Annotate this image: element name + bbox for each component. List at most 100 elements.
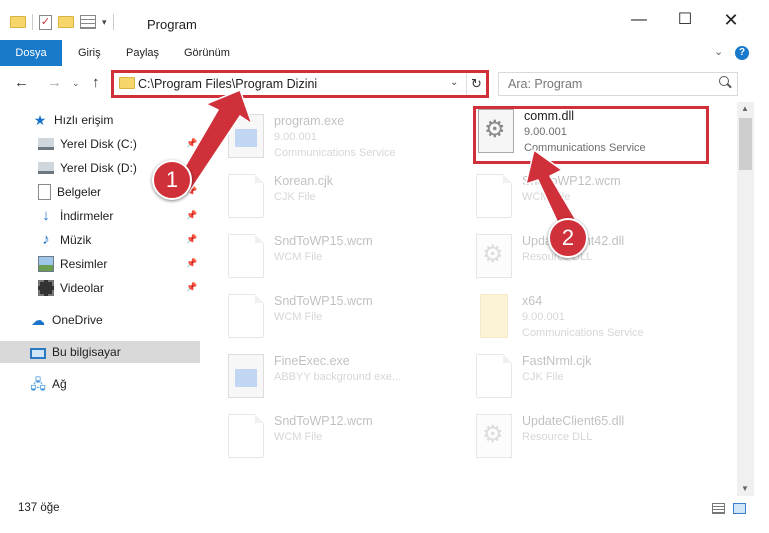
- vertical-scrollbar[interactable]: ▲ ▼: [737, 102, 754, 496]
- video-icon: [38, 280, 54, 296]
- refresh-button[interactable]: ↻: [466, 73, 486, 95]
- pin-icon: 📌: [186, 282, 198, 292]
- file-item[interactable]: SndToWP15.wcm WCM File: [210, 284, 450, 340]
- pin-icon: 📌: [186, 258, 198, 268]
- sidebar-item-local-disk-c[interactable]: Yerel Disk (C:) 📌: [0, 133, 200, 155]
- folder-icon: [10, 14, 26, 30]
- sidebar-item-this-pc[interactable]: Bu bilgisayar: [0, 341, 200, 363]
- file-detail: CJK File: [522, 371, 564, 383]
- file-item[interactable]: program.exe 9.00.001 Communications Serv…: [210, 104, 450, 160]
- file-item[interactable]: SndToWP15.wcm WCM File: [210, 224, 450, 280]
- file-icon: [476, 174, 512, 218]
- file-icon: [476, 354, 512, 398]
- file-detail: WCM File: [274, 311, 323, 323]
- file-name: UpdateClient65.dll: [522, 414, 625, 428]
- file-item[interactable]: SndToWP12.wcm WCM File: [210, 404, 450, 460]
- separator: [112, 14, 114, 30]
- file-item[interactable]: FineExec.exe ABBYY background exe...: [210, 344, 450, 400]
- file-name: Korean.cjk: [274, 174, 334, 188]
- sidebar-item-label: Müzik: [60, 233, 92, 247]
- up-arrow-icon[interactable]: ↑: [92, 74, 100, 91]
- music-icon: ♪: [42, 231, 50, 248]
- annotation-badge-2: 2: [548, 218, 588, 258]
- file-name: SndToWP15.wcm: [274, 234, 373, 248]
- drive-icon: [38, 138, 54, 154]
- file-detail: WCM File: [522, 191, 571, 203]
- file-name: FastNrml.cjk: [522, 354, 592, 368]
- file-name: SndToWP12.wcm: [274, 414, 373, 428]
- gear-file-icon: ⚙: [476, 234, 512, 278]
- network-icon: 🖧: [30, 376, 46, 392]
- back-arrow-icon[interactable]: ←: [14, 74, 29, 91]
- tab-view[interactable]: Görünüm: [184, 40, 230, 66]
- sidebar-item-label: Hızlı erişim: [54, 113, 114, 127]
- file-item[interactable]: SndToWP12.wcm WCM File: [458, 164, 698, 220]
- file-detail: Communications Service: [524, 142, 646, 154]
- file-item[interactable]: ⚙ UpdateClient65.dll Resource DLL: [458, 404, 698, 460]
- file-name: FineExec.exe: [274, 354, 350, 368]
- details-view-icon[interactable]: [712, 503, 725, 514]
- sidebar-item-onedrive[interactable]: ☁ OneDrive: [0, 309, 200, 331]
- file-icon: [228, 174, 264, 218]
- sidebar-item-label: Belgeler: [57, 185, 102, 199]
- file-icon: [228, 234, 264, 278]
- scroll-up-icon[interactable]: ▲: [741, 104, 749, 113]
- item-count: 137 öğe: [18, 502, 60, 514]
- scroll-thumb[interactable]: [739, 118, 752, 170]
- separator: [32, 14, 33, 30]
- sidebar-item-music[interactable]: ♪ Müzik 📌: [0, 229, 200, 251]
- minimize-button[interactable]: —: [616, 0, 662, 40]
- file-name: program.exe: [274, 114, 345, 128]
- tab-share[interactable]: Paylaş: [126, 40, 159, 66]
- tab-file[interactable]: Dosya: [0, 40, 62, 66]
- file-item[interactable]: FastNrml.cjk CJK File: [458, 344, 698, 400]
- file-item[interactable]: x64 9.00.001 Communications Service: [458, 284, 698, 340]
- address-bar[interactable]: C:\Program Files\Program Dizini ⌄ ↻: [111, 70, 489, 98]
- large-icons-view-icon[interactable]: [733, 503, 746, 514]
- application-icon: [228, 354, 264, 398]
- star-icon: ★: [33, 112, 47, 128]
- sidebar-item-pictures[interactable]: Resimler 📌: [0, 253, 200, 275]
- sidebar-item-videos[interactable]: Videolar 📌: [0, 277, 200, 299]
- properties-check-icon[interactable]: ✓: [39, 14, 52, 30]
- recent-locations-chevron-icon[interactable]: ⌄: [72, 78, 80, 89]
- drive-icon: [38, 162, 54, 178]
- file-detail: WCM File: [274, 431, 323, 443]
- scroll-down-icon[interactable]: ▼: [741, 484, 749, 493]
- tab-home[interactable]: Giriş: [78, 40, 101, 66]
- search-icon[interactable]: [719, 76, 731, 88]
- highlighted-file-comm-dll[interactable]: ⚙ comm.dll 9.00.001 Communications Servi…: [473, 106, 709, 164]
- sidebar-item-downloads[interactable]: ↓ İndirmeler 📌: [0, 205, 200, 227]
- sidebar-item-label: Ağ: [52, 377, 67, 391]
- file-item[interactable]: Korean.cjk CJK File: [210, 164, 450, 220]
- title-bar: ✓ ▾ Program — ☐ ✕: [0, 0, 769, 40]
- forward-arrow-icon[interactable]: →: [47, 74, 62, 91]
- folder-icon: [119, 77, 135, 89]
- close-button[interactable]: ✕: [708, 0, 754, 40]
- address-history-chevron-icon[interactable]: ⌄: [450, 77, 458, 88]
- maximize-button[interactable]: ☐: [662, 0, 708, 40]
- search-input[interactable]: Ara: Program: [498, 72, 738, 96]
- file-icon: [228, 414, 264, 458]
- search-placeholder: Ara: Program: [508, 77, 583, 91]
- new-folder-icon[interactable]: [58, 14, 74, 30]
- file-detail: ABBYY background exe...: [274, 371, 401, 383]
- file-detail: 9.00.001: [522, 311, 565, 323]
- explorer-window: ✓ ▾ Program — ☐ ✕ Dosya Giriş Paylaş Gör…: [0, 0, 769, 533]
- file-name: SndToWP12.wcm: [522, 174, 621, 188]
- sidebar-item-quick-access[interactable]: ★ Hızlı erişim: [0, 109, 200, 131]
- expand-ribbon-chevron-icon[interactable]: ⌄: [714, 45, 723, 58]
- sidebar-item-network[interactable]: 🖧 Ağ: [0, 373, 200, 395]
- computer-icon: [30, 347, 46, 359]
- document-icon: [38, 184, 51, 200]
- customize-toolbar-chevron-icon[interactable]: ▾: [102, 17, 107, 28]
- folder-icon: [480, 294, 508, 338]
- pin-icon: 📌: [186, 234, 198, 244]
- address-path[interactable]: C:\Program Files\Program Dizini: [138, 77, 317, 91]
- help-icon[interactable]: ?: [735, 46, 749, 60]
- file-item[interactable]: ⚙ comm.dll 9.00.001 Communications Servi…: [458, 103, 698, 159]
- pin-icon: 📌: [186, 138, 198, 148]
- pictures-icon: [38, 256, 54, 272]
- ribbon-tabs: Dosya Giriş Paylaş Görünüm ⌄: [0, 40, 769, 66]
- properties-icon[interactable]: [80, 15, 96, 29]
